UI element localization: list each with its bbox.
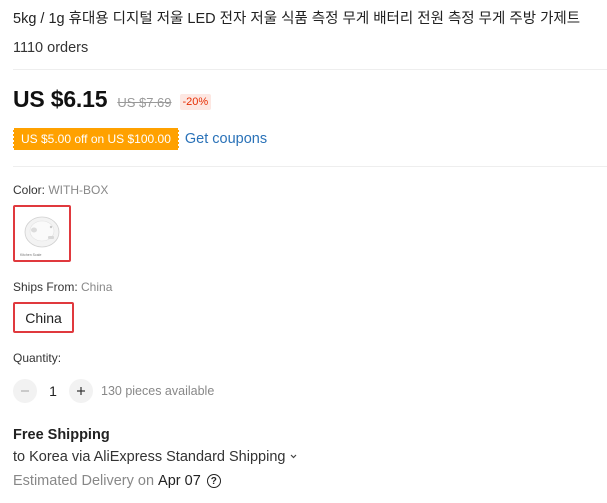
estimated-delivery: Estimated Delivery on Apr 07 ? [13,473,221,489]
decrease-quantity-button[interactable] [13,379,37,403]
shipping-method-text: to Korea via AliExpress Standard Shippin… [13,449,286,465]
discount-badge: -20% [179,94,212,110]
color-label: Color: WITH-BOX [13,183,108,197]
scale-image-icon [24,216,60,247]
swatch-caption: Kitchen Scale [20,252,42,257]
product-title: 5kg / 1g 휴대용 디지털 저울 LED 전자 저울 식품 측정 무게 배… [13,11,581,27]
increase-quantity-button[interactable] [69,379,93,403]
free-shipping-label: Free Shipping [13,427,110,443]
get-coupons-link[interactable]: Get coupons [185,131,267,147]
product-thumbnail: Kitchen Scale [20,212,64,257]
color-swatch-with-box[interactable]: Kitchen Scale [13,205,71,262]
help-icon[interactable]: ? [206,474,221,488]
quantity-input[interactable]: 1 [37,383,69,399]
ships-from-label: Ships From: China [13,280,112,294]
shipping-method-selector[interactable]: to Korea via AliExpress Standard Shippin… [13,449,298,465]
plus-icon [77,387,85,395]
ships-from-label-text: Ships From: [13,280,82,294]
minus-icon [21,390,29,392]
current-price: US $6.15 [13,86,108,112]
delivery-label: Estimated Delivery on [13,473,155,489]
quantity-stepper: 1 130 pieces available [13,379,214,403]
color-label-text: Color: [13,183,49,197]
original-price: US $7.69 [117,95,172,110]
quantity-label: Quantity: [13,351,62,365]
pieces-available: 130 pieces available [101,384,215,398]
chevron-down-icon [289,449,298,465]
divider [13,166,607,167]
orders-count: 1110 orders [13,40,89,56]
color-value: WITH-BOX [48,183,109,197]
delivery-date: Apr 07 [158,473,201,489]
coupon-row: US $5.00 off on US $100.00 Get coupons [12,128,267,150]
price-row: US $6.15 US $7.69 -20% [13,86,212,113]
coupon-tag[interactable]: US $5.00 off on US $100.00 [12,128,180,150]
ships-from-china-button[interactable]: China [13,302,74,333]
divider [13,69,607,70]
ships-from-value: China [81,280,113,294]
